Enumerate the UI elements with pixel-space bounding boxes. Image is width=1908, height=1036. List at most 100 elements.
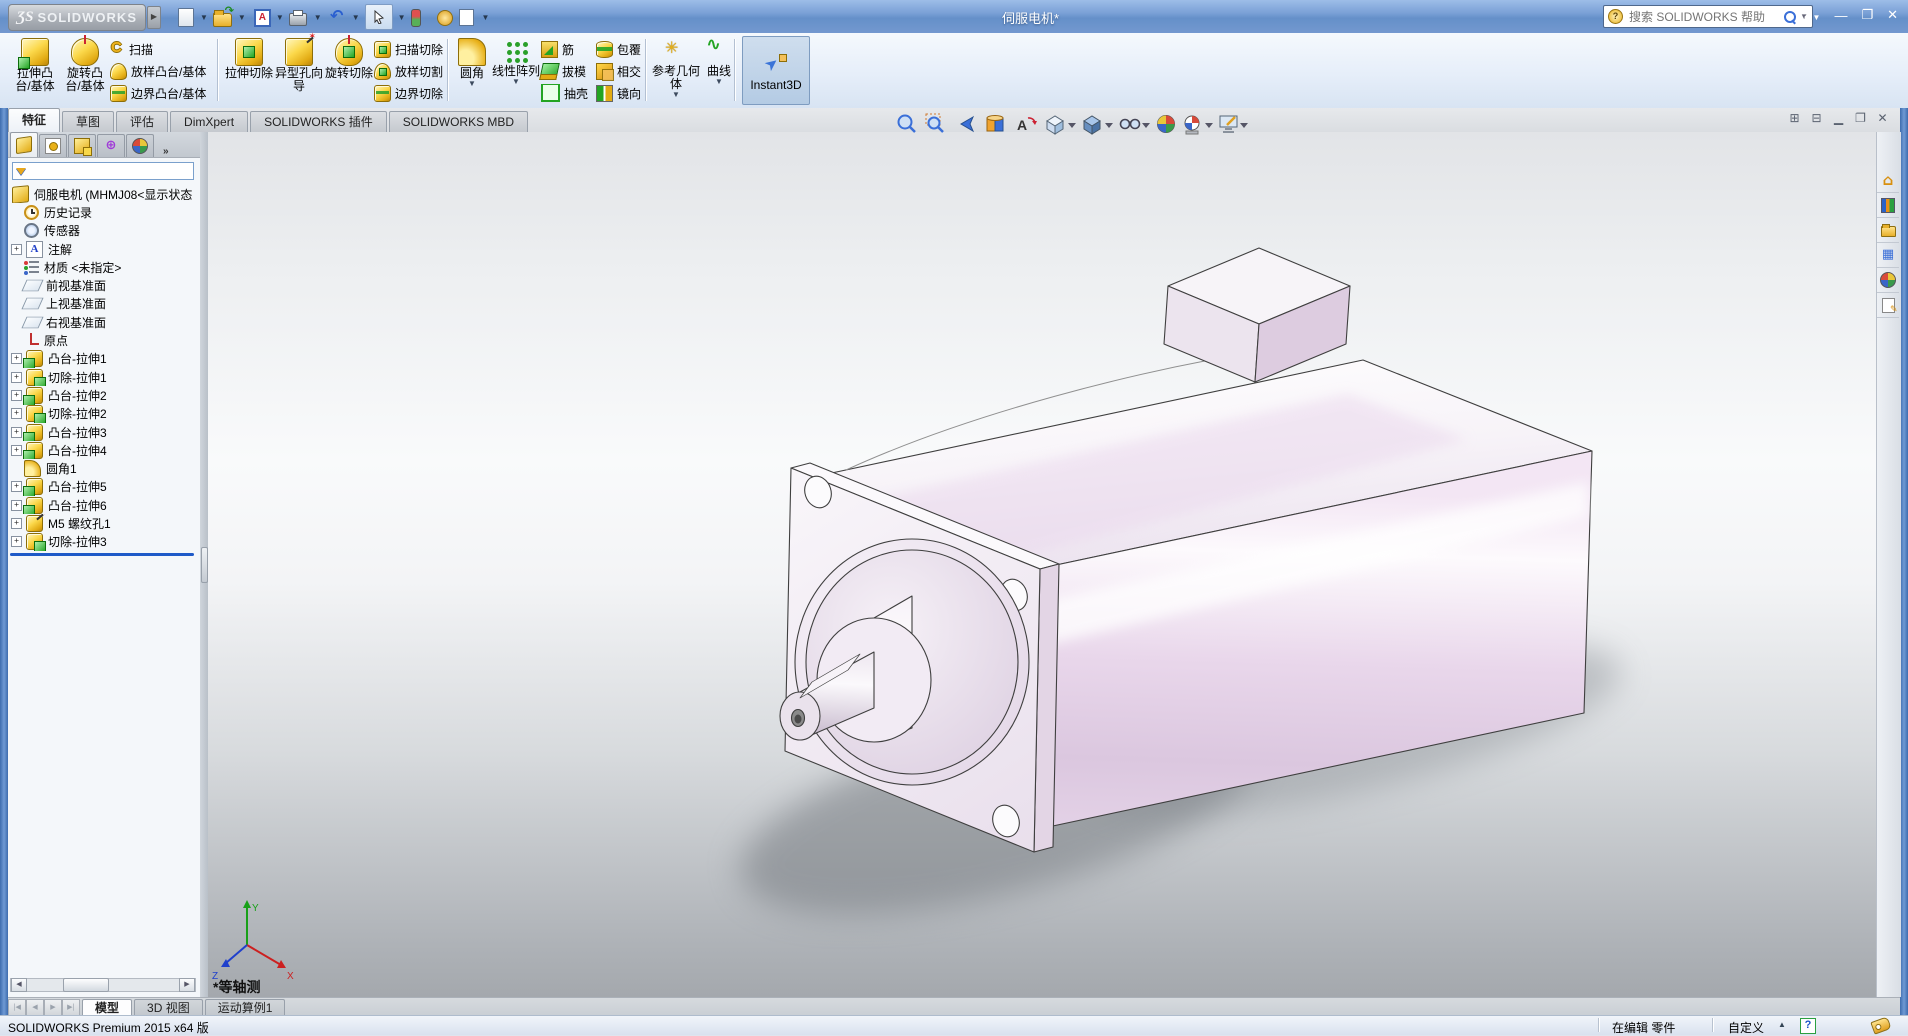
ribbon-loft-cut-button[interactable]: 放样切割 bbox=[374, 60, 443, 82]
tab-featuremanager[interactable] bbox=[10, 132, 38, 157]
new-document-icon[interactable] bbox=[178, 8, 194, 27]
fillet-flyout-arrow[interactable]: ▼ bbox=[468, 80, 476, 88]
tab-features[interactable]: 特征 bbox=[8, 108, 61, 132]
tab-propertymanager[interactable] bbox=[39, 134, 67, 157]
hide-show-dropdown[interactable] bbox=[1142, 123, 1150, 128]
status-help-icon[interactable]: ? bbox=[1800, 1018, 1816, 1034]
tree-row[interactable]: + 凸台-拉伸6 bbox=[8, 496, 200, 515]
expand-toggle[interactable]: + bbox=[11, 371, 22, 383]
zoom-fit-icon[interactable] bbox=[897, 114, 916, 133]
tree-row[interactable]: + 凸台-拉伸4 bbox=[8, 441, 200, 460]
print-icon[interactable] bbox=[288, 10, 307, 26]
tree-row[interactable]: + 切除-拉伸3 bbox=[8, 533, 200, 551]
scroll-left-arrow[interactable]: ◀ bbox=[11, 978, 27, 992]
annotation-view-icon[interactable]: A bbox=[1017, 117, 1037, 133]
view-orientation-dropdown[interactable] bbox=[1068, 123, 1076, 128]
ribbon-intersect-button[interactable]: 相交 bbox=[596, 60, 641, 82]
tab-sketch[interactable]: 草图 bbox=[62, 111, 115, 132]
minimize-button[interactable]: — bbox=[1834, 8, 1847, 23]
options-dropdown[interactable]: ▼ bbox=[482, 13, 490, 22]
ribbon-mirror-button[interactable]: 镜向 bbox=[596, 82, 641, 104]
close-button[interactable]: ✕ bbox=[1887, 7, 1898, 23]
tree-row[interactable]: + 切除-拉伸1 bbox=[8, 368, 200, 387]
tab-scroll-prev[interactable]: ◀ bbox=[26, 999, 44, 1016]
tab-dimxpertmanager[interactable]: ⊕ bbox=[97, 134, 125, 157]
undo-icon[interactable]: ↶ bbox=[327, 7, 347, 27]
custom-dropdown-arrow[interactable]: ▲ bbox=[1778, 1020, 1786, 1029]
tab-scroll-last[interactable]: ▶| bbox=[62, 999, 80, 1016]
tree-row[interactable]: 上视基准面 bbox=[8, 295, 200, 313]
ribbon-sweep-cut-button[interactable]: 扫描切除 bbox=[374, 38, 443, 60]
expand-toggle[interactable]: + bbox=[11, 499, 22, 511]
tree-row[interactable]: + 凸台-拉伸1 bbox=[8, 350, 200, 368]
task-resources-button[interactable]: ⌂ bbox=[1877, 168, 1899, 193]
ribbon-reference-geometry-button[interactable]: 参考几何体 ▼ bbox=[651, 35, 701, 99]
expand-toggle[interactable]: + bbox=[11, 481, 22, 493]
instant3d-toggle-button[interactable]: Instant3D bbox=[742, 36, 810, 105]
tab-dimxpert[interactable]: DimXpert bbox=[170, 111, 249, 132]
hide-show-items-icon[interactable] bbox=[1119, 118, 1141, 130]
tree-row[interactable]: 原点 bbox=[8, 331, 200, 349]
tab-displaymanager[interactable] bbox=[126, 134, 154, 157]
tree-filter-box[interactable] bbox=[12, 162, 194, 180]
scrollbar-thumb[interactable] bbox=[63, 978, 109, 992]
zoom-area-icon[interactable] bbox=[925, 113, 944, 133]
restore-button[interactable]: ❐ bbox=[1861, 7, 1873, 23]
curves-flyout-arrow[interactable]: ▼ bbox=[715, 78, 723, 86]
tree-root-row[interactable]: 伺服电机 (MHMJ08<显示状态 bbox=[8, 185, 200, 204]
graphics-viewport[interactable]: Y X Z *等轴测 bbox=[208, 132, 1876, 997]
previous-view-icon[interactable] bbox=[960, 115, 975, 133]
splitter-grip[interactable] bbox=[201, 547, 208, 583]
task-design-library-button[interactable] bbox=[1877, 193, 1899, 218]
expand-toggle[interactable]: + bbox=[11, 389, 22, 401]
help-search-box[interactable]: ? ▼ bbox=[1603, 5, 1813, 28]
tab-3d-views[interactable]: 3D 视图 bbox=[134, 999, 203, 1016]
new-dropdown[interactable]: ▼ bbox=[200, 13, 208, 22]
tree-row[interactable]: 圆角1 bbox=[8, 459, 200, 478]
publish-dropdown[interactable]: ▼ bbox=[276, 13, 284, 22]
ribbon-shell-button[interactable]: 抽壳 bbox=[541, 82, 588, 104]
expand-toggle[interactable]: + bbox=[11, 517, 22, 529]
options-icon[interactable] bbox=[458, 9, 474, 26]
ribbon-draft-button[interactable]: 拔模 bbox=[539, 60, 588, 82]
tab-scroll-first[interactable]: |◀ bbox=[8, 999, 26, 1016]
tab-evaluate[interactable]: 评估 bbox=[116, 111, 169, 132]
tab-configurationmanager[interactable] bbox=[68, 134, 96, 157]
display-style-dropdown[interactable] bbox=[1105, 123, 1113, 128]
select-dropdown[interactable]: ▼ bbox=[398, 13, 406, 22]
open-icon[interactable] bbox=[212, 4, 234, 27]
tree-row[interactable]: + 凸台-拉伸5 bbox=[8, 478, 200, 497]
panel-splitter[interactable] bbox=[200, 132, 208, 997]
tree-row[interactable]: + M5 螺纹孔1 bbox=[8, 514, 200, 532]
doc-new-window-icon[interactable]: ⊞ bbox=[1787, 111, 1802, 125]
doc-restore-icon[interactable]: ❐ bbox=[1853, 111, 1868, 125]
ribbon-revolve-cut-button[interactable]: 旋转切除 bbox=[324, 35, 374, 80]
ribbon-curves-button[interactable]: 曲线 ▼ bbox=[701, 35, 737, 86]
search-icon[interactable] bbox=[1783, 10, 1797, 23]
view-orientation-icon[interactable] bbox=[1046, 115, 1064, 135]
rollback-bar[interactable] bbox=[10, 553, 194, 556]
scroll-right-arrow[interactable]: ▶ bbox=[179, 978, 195, 992]
task-appearances-button[interactable] bbox=[1877, 268, 1899, 293]
ribbon-extrude-boss-button[interactable]: 拉伸凸台/基体 bbox=[10, 35, 60, 93]
tab-addins[interactable]: SOLIDWORKS 插件 bbox=[250, 111, 387, 132]
rebuild-icon[interactable] bbox=[410, 9, 421, 27]
tree-row[interactable]: + 注解 bbox=[8, 240, 200, 258]
publish-icon[interactable]: A bbox=[253, 9, 271, 27]
expand-toggle[interactable]: + bbox=[11, 444, 22, 456]
filter-input[interactable] bbox=[30, 163, 193, 179]
panel-overflow-chevron[interactable]: » bbox=[163, 146, 169, 157]
stamp-icon[interactable] bbox=[436, 10, 453, 26]
expand-toggle[interactable]: + bbox=[11, 426, 22, 438]
view-settings-icon[interactable] bbox=[1219, 115, 1238, 133]
tab-mbd[interactable]: SOLIDWORKS MBD bbox=[388, 111, 529, 132]
apply-scene-dropdown[interactable] bbox=[1205, 123, 1213, 128]
tree-horizontal-scrollbar[interactable]: ◀ ▶ bbox=[10, 978, 196, 992]
status-custom-dropdown[interactable]: 自定义 bbox=[1728, 1019, 1764, 1036]
print-dropdown[interactable]: ▼ bbox=[314, 13, 322, 22]
select-tool-button[interactable] bbox=[364, 4, 393, 30]
doc-minimize-icon[interactable]: ▁ bbox=[1831, 111, 1846, 125]
tab-model[interactable]: 模型 bbox=[82, 999, 133, 1016]
undo-dropdown[interactable]: ▼ bbox=[352, 13, 360, 22]
expand-toggle[interactable]: + bbox=[11, 536, 22, 548]
